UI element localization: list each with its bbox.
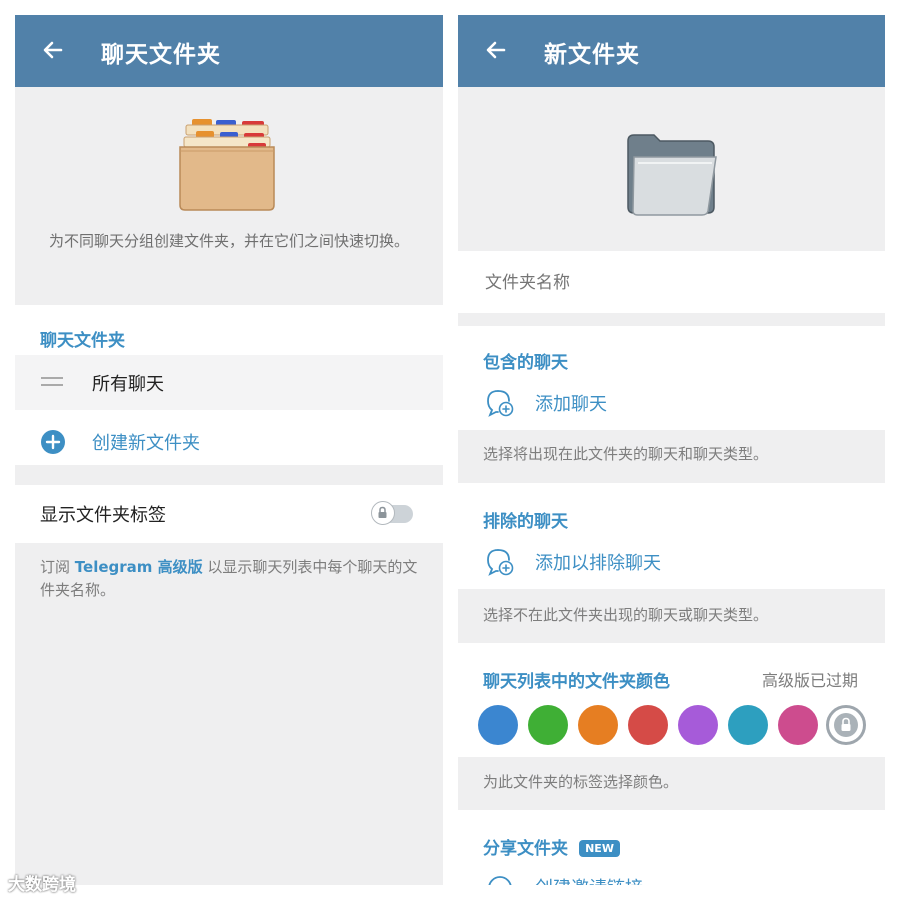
locked-color-option[interactable]	[826, 705, 866, 745]
show-tags-label: 显示文件夹标签	[40, 505, 166, 526]
plus-circle-icon	[41, 430, 65, 454]
section-header-included: 包含的聊天	[483, 353, 568, 373]
section-header-chat-folders: 聊天文件夹	[40, 331, 125, 351]
chat-add-icon	[487, 390, 514, 417]
chat-folders-screen: 聊天文件夹 为不同聊天分组创建文件夹，并在它们之间快速切换。 聊天文件夹 所有聊…	[15, 15, 443, 885]
share-folder-section: 分享文件夹 NEW 创建邀请链接	[458, 810, 885, 885]
show-tags-toggle[interactable]	[371, 501, 413, 525]
folder-color-section: 聊天列表中的文件夹颜色 高级版已过期	[458, 643, 885, 757]
section-header-color: 聊天列表中的文件夹颜色	[483, 672, 670, 692]
folders-description: 为不同聊天分组创建文件夹，并在它们之间快速切换。	[48, 232, 409, 250]
folder-row-all-chats[interactable]: 所有聊天	[15, 355, 443, 410]
color-option[interactable]	[628, 705, 668, 745]
add-excluded-button[interactable]: 添加以排除聊天	[458, 543, 885, 583]
premium-expired-label: 高级版已过期	[761, 671, 858, 690]
share-header-row: 分享文件夹 NEW	[483, 834, 620, 859]
folders-list-section: 聊天文件夹 所有聊天 创建新文件夹	[15, 305, 443, 465]
included-hint: 选择将出现在此文件夹的聊天和聊天类型。	[483, 445, 769, 463]
premium-link[interactable]: Telegram 高级版	[75, 558, 203, 576]
arrow-left-icon[interactable]	[37, 34, 69, 66]
subscribe-prefix: 订阅	[40, 558, 71, 576]
show-tags-row[interactable]: 显示文件夹标签	[15, 485, 443, 543]
folder-name-field[interactable]	[483, 267, 857, 299]
folder-cabinet-icon	[179, 119, 275, 211]
link-icon	[488, 876, 512, 885]
folder-icon	[627, 134, 717, 216]
add-chat-label: 添加聊天	[535, 394, 607, 415]
new-folder-screen: 新文件夹 包含的聊天 添加聊天 选择将出现在此文件夹的聊天和聊天类型。 排除的聊…	[458, 15, 885, 885]
create-invite-link-button[interactable]: 创建邀请链接	[458, 870, 885, 885]
folders-illustration-area: 为不同聊天分组创建文件夹，并在它们之间快速切换。	[15, 87, 443, 306]
color-option[interactable]	[728, 705, 768, 745]
create-folder-button[interactable]: 创建新文件夹	[15, 423, 443, 463]
included-chats-section: 包含的聊天 添加聊天	[458, 326, 885, 430]
subscribe-note: 订阅 Telegram 高级版 以显示聊天列表中每个聊天的文件夹名称。	[40, 556, 420, 602]
section-header-excluded: 排除的聊天	[483, 512, 568, 532]
color-option[interactable]	[528, 705, 568, 745]
page-title: 聊天文件夹	[101, 42, 221, 68]
create-invite-label: 创建邀请链接	[535, 874, 643, 885]
color-option[interactable]	[778, 705, 818, 745]
add-chat-button[interactable]: 添加聊天	[458, 384, 885, 424]
drag-handle-icon[interactable]	[41, 375, 63, 389]
color-option[interactable]	[678, 705, 718, 745]
create-folder-label: 创建新文件夹	[92, 433, 200, 454]
chat-add-icon	[487, 549, 514, 576]
arrow-left-icon[interactable]	[480, 34, 512, 66]
app-bar: 新文件夹	[458, 15, 885, 87]
lock-icon	[841, 717, 851, 731]
add-excluded-label: 添加以排除聊天	[535, 553, 661, 574]
color-option[interactable]	[478, 705, 518, 745]
excluded-chats-section: 排除的聊天 添加以排除聊天	[458, 483, 885, 589]
app-bar: 聊天文件夹	[15, 15, 443, 87]
lock-icon	[378, 506, 387, 518]
folder-name: 所有聊天	[92, 374, 164, 395]
color-hint: 为此文件夹的标签选择颜色。	[483, 773, 679, 791]
folder-name-input-row	[458, 251, 885, 313]
section-header-share: 分享文件夹	[483, 839, 568, 859]
page-title: 新文件夹	[544, 42, 640, 68]
excluded-hint: 选择不在此文件夹出现的聊天或聊天类型。	[483, 606, 769, 624]
new-badge: NEW	[579, 840, 620, 857]
color-option[interactable]	[578, 705, 618, 745]
toggle-knob	[371, 501, 395, 525]
watermark: 大数跨境	[8, 875, 76, 895]
